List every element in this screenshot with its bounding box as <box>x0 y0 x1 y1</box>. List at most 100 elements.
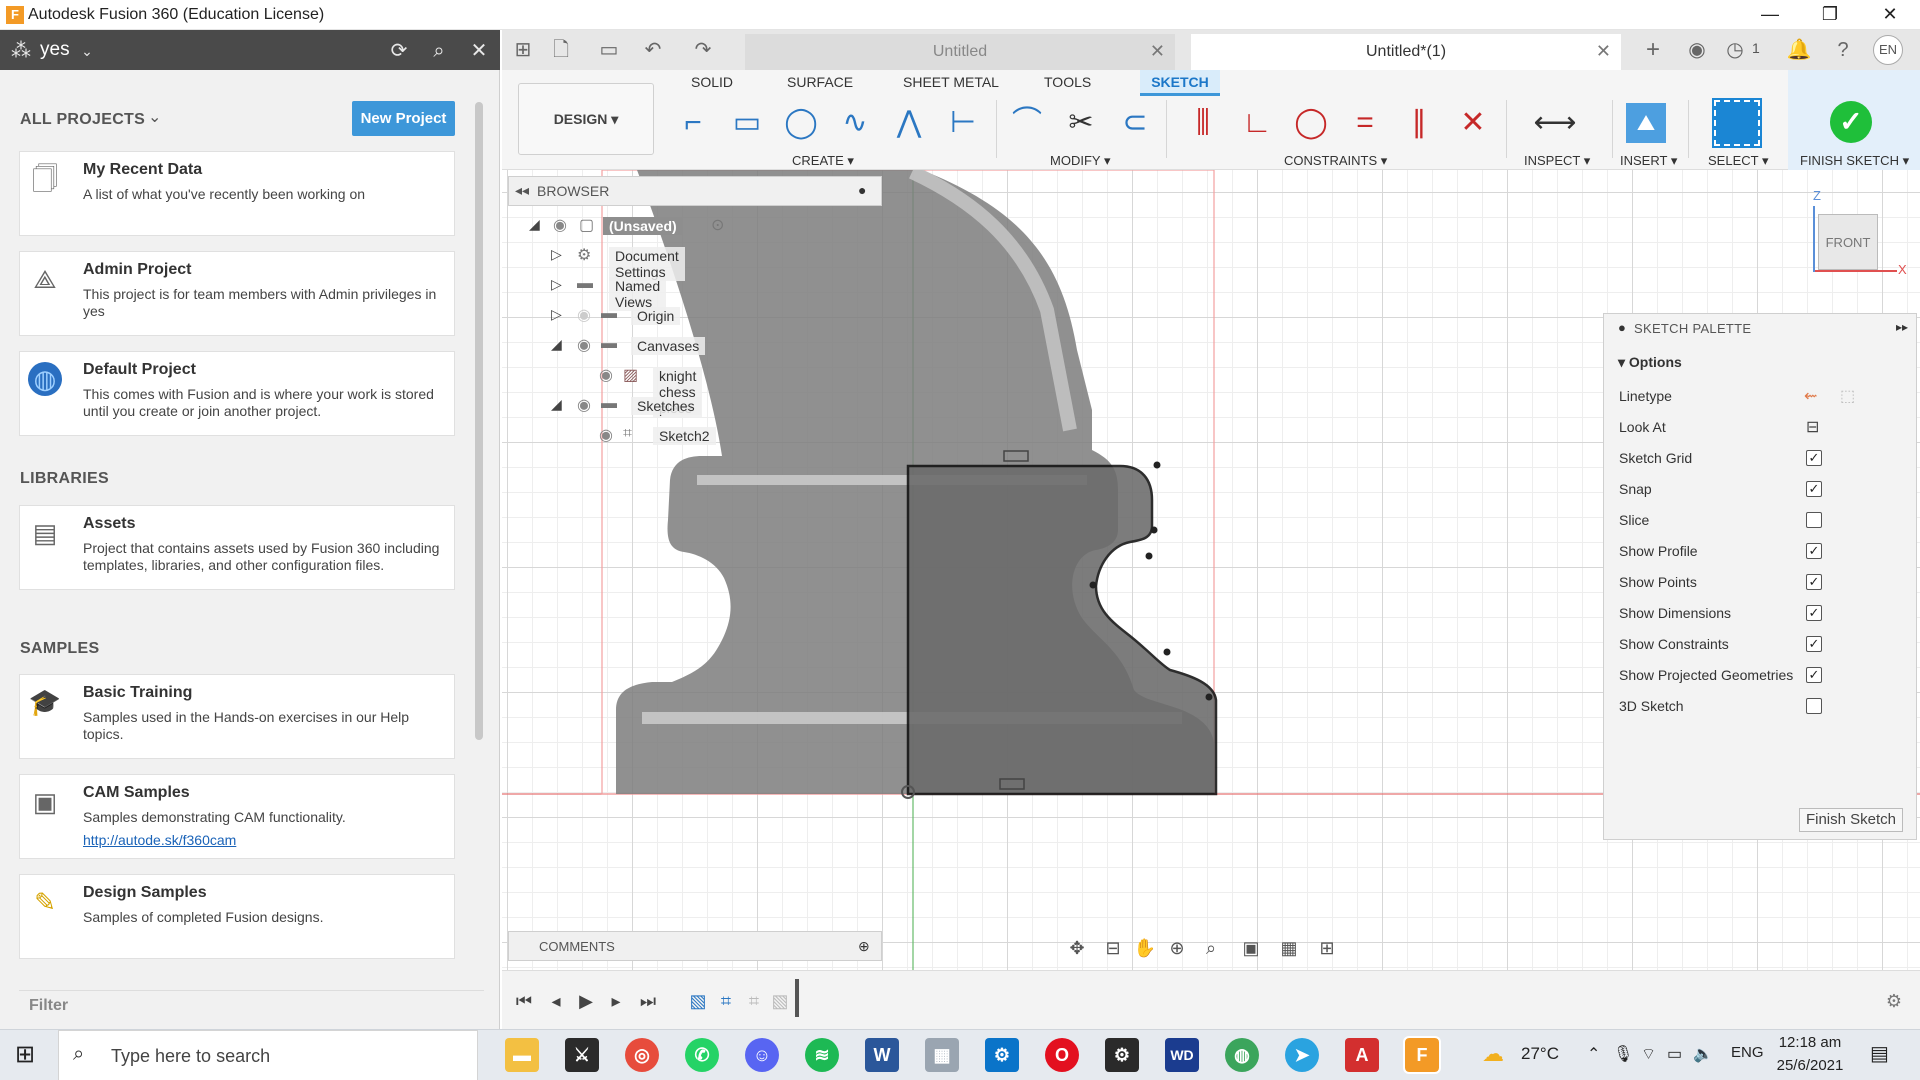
go-to-end-icon[interactable]: ⏭ <box>636 989 660 1013</box>
fit-icon[interactable]: ⌕ <box>1197 935 1225 961</box>
go-to-start-icon[interactable]: ⏮ <box>512 989 536 1013</box>
browser-panel-header[interactable]: ◂◂ BROWSER ● <box>508 176 882 206</box>
timeline-marker[interactable] <box>795 979 799 1017</box>
orbit-icon[interactable]: ✥ <box>1063 935 1091 961</box>
centerline-linetype-icon[interactable]: ⬚ <box>1840 386 1855 406</box>
wifi-icon[interactable]: ⌔ <box>1641 1044 1656 1064</box>
palette-option-checkbox[interactable] <box>1806 512 1822 528</box>
step-forward-icon[interactable]: ▸ <box>604 989 628 1013</box>
show-hidden-icons-icon[interactable]: ⌃ <box>1587 1044 1600 1064</box>
insert-menu[interactable]: INSERT ▾ <box>1620 153 1677 169</box>
measure-tool-icon[interactable]: ⟷ <box>1532 100 1578 146</box>
language-indicator[interactable]: ENG <box>1731 1044 1764 1061</box>
new-tab-icon[interactable]: + <box>1638 35 1668 65</box>
help-icon[interactable]: ? <box>1828 35 1858 65</box>
notifications-icon[interactable]: 🔔 <box>1784 35 1814 65</box>
search-icon[interactable]: ⌕ <box>426 38 452 64</box>
tab-tools[interactable]: TOOLS <box>1044 74 1091 90</box>
all-projects-heading[interactable]: ALL PROJECTS <box>20 111 145 129</box>
chrome-icon[interactable]: ◎ <box>625 1038 659 1072</box>
construction-linetype-icon[interactable]: ⇜ <box>1804 386 1817 406</box>
word-icon[interactable]: W <box>865 1038 899 1072</box>
active-radio-icon[interactable]: ⊙ <box>711 215 724 235</box>
battery-icon[interactable]: ▭ <box>1667 1044 1682 1064</box>
expand-toggle-icon[interactable]: ▷ <box>551 246 562 263</box>
parallel-constraint-icon[interactable]: ∥ <box>1396 100 1442 146</box>
collinear-constraint-icon[interactable]: ✕ <box>1450 100 1496 146</box>
inspect-menu[interactable]: INSPECT ▾ <box>1524 153 1590 169</box>
workspace-dropdown[interactable]: DESIGN ▾ <box>518 83 654 155</box>
palette-option-checkbox[interactable]: ✓ <box>1806 481 1822 497</box>
insert-image-icon[interactable]: ⛰ <box>1626 103 1666 143</box>
mirror-tool-icon[interactable]: ⋀ <box>886 100 932 146</box>
palette-option-checkbox[interactable]: ✓ <box>1806 667 1822 683</box>
expand-toggle-icon[interactable]: ▷ <box>551 306 562 323</box>
eye-icon[interactable]: ◉ <box>599 365 613 385</box>
look-at-icon[interactable]: ⊟ <box>1806 417 1819 437</box>
opera-icon[interactable]: O <box>1045 1038 1079 1072</box>
close-tab-icon[interactable]: ✕ <box>1596 41 1611 62</box>
constraints-menu[interactable]: CONSTRAINTS ▾ <box>1284 153 1387 169</box>
tab-surface[interactable]: SURFACE <box>787 74 853 90</box>
taskbar-search-box[interactable]: ⌕ Type here to search <box>58 1030 478 1080</box>
tangent-constraint-icon[interactable]: ◯ <box>1288 100 1334 146</box>
zoom-icon[interactable]: ⊕ <box>1163 935 1191 961</box>
discord-icon[interactable]: ☺ <box>745 1038 779 1072</box>
extensions-icon[interactable]: ◉ <box>1682 35 1712 65</box>
new-project-button[interactable]: New Project <box>352 101 455 136</box>
volume-icon[interactable]: 🔈 <box>1693 1044 1713 1064</box>
expand-toggle-icon[interactable]: ◢ <box>529 216 540 233</box>
chevron-down-icon[interactable]: ⌄ <box>148 107 161 127</box>
close-tab-icon[interactable]: ✕ <box>1150 41 1165 62</box>
tab-sketch[interactable]: SKETCH <box>1140 70 1220 96</box>
display-settings-icon[interactable]: ▣ <box>1237 935 1265 961</box>
spotify-icon[interactable]: ≋ <box>805 1038 839 1072</box>
clock-time[interactable]: 12:18 am <box>1775 1034 1845 1051</box>
close-icon[interactable]: ✕ <box>466 38 492 64</box>
palette-option-checkbox[interactable]: ✓ <box>1806 574 1822 590</box>
play-icon[interactable]: ▶ <box>574 989 598 1013</box>
palette-option-checkbox[interactable] <box>1806 698 1822 714</box>
perpendicular-constraint-icon[interactable]: ∟ <box>1234 100 1280 146</box>
trim-tool-icon[interactable]: ✂ <box>1058 100 1104 146</box>
sample-card-design[interactable]: ✎ Design Samples Samples of completed Fu… <box>19 874 455 959</box>
timeline-canvas-icon[interactable]: ▧ <box>686 989 710 1013</box>
redo-icon[interactable]: ↷ <box>688 35 718 65</box>
collapse-toggle-icon[interactable]: ◢ <box>551 336 562 353</box>
tab-untitled[interactable]: Untitled ✕ <box>745 34 1175 70</box>
circle-tool-icon[interactable]: ◯ <box>778 100 824 146</box>
undo-icon[interactable]: ↶ <box>638 35 668 65</box>
modify-menu[interactable]: MODIFY ▾ <box>1050 153 1110 169</box>
dimension-tool-icon[interactable]: ⊢ <box>940 100 986 146</box>
palette-option-checkbox[interactable]: ✓ <box>1806 636 1822 652</box>
windows-start-icon[interactable]: ⊞ <box>10 1040 40 1070</box>
job-status-icon[interactable]: ◷ <box>1720 35 1750 65</box>
library-card-assets[interactable]: ▤ Assets Project that contains assets us… <box>19 505 455 590</box>
palette-option-checkbox[interactable]: ✓ <box>1806 450 1822 466</box>
refresh-icon[interactable]: ⟳ <box>386 38 412 64</box>
palette-option-checkbox[interactable]: ✓ <box>1806 543 1822 559</box>
viewcube-front-face[interactable]: FRONT <box>1818 214 1878 270</box>
palette-option-checkbox[interactable]: ✓ <box>1806 605 1822 621</box>
minimize-button[interactable]: — <box>1740 0 1800 30</box>
project-card-default[interactable]: ◍ Default Project This comes with Fusion… <box>19 351 455 436</box>
timeline-sketch-icon[interactable]: ⌗ <box>714 989 738 1013</box>
gaming-app-icon[interactable]: ⚔ <box>565 1038 599 1072</box>
grid-settings-icon[interactable]: ▦ <box>1275 935 1303 961</box>
file-explorer-icon[interactable]: ▬ <box>505 1038 539 1072</box>
restore-button[interactable]: ❐ <box>1800 0 1860 30</box>
equal-constraint-icon[interactable]: = <box>1342 100 1388 146</box>
offset-tool-icon[interactable]: ⊂ <box>1112 100 1158 146</box>
coincident-constraint-icon[interactable]: ⫼ <box>1180 100 1226 146</box>
palette-finish-sketch-button[interactable]: Finish Sketch <box>1799 808 1903 832</box>
avatar[interactable]: EN <box>1873 35 1903 65</box>
select-tool-icon[interactable] <box>1712 98 1762 148</box>
project-card-recent[interactable]: 🗍 My Recent Data A list of what you've r… <box>19 151 455 236</box>
app-grid-icon[interactable]: ⊞ <box>508 35 538 65</box>
look-at-icon[interactable]: ⊟ <box>1099 935 1127 961</box>
browser-options-icon[interactable]: ● <box>858 182 866 198</box>
pan-icon[interactable]: ✋ <box>1131 935 1159 961</box>
eye-icon[interactable]: ◉ <box>577 395 591 415</box>
collapse-browser-icon[interactable]: ◂◂ <box>515 182 529 199</box>
globe-app-icon[interactable]: ◍ <box>1225 1038 1259 1072</box>
